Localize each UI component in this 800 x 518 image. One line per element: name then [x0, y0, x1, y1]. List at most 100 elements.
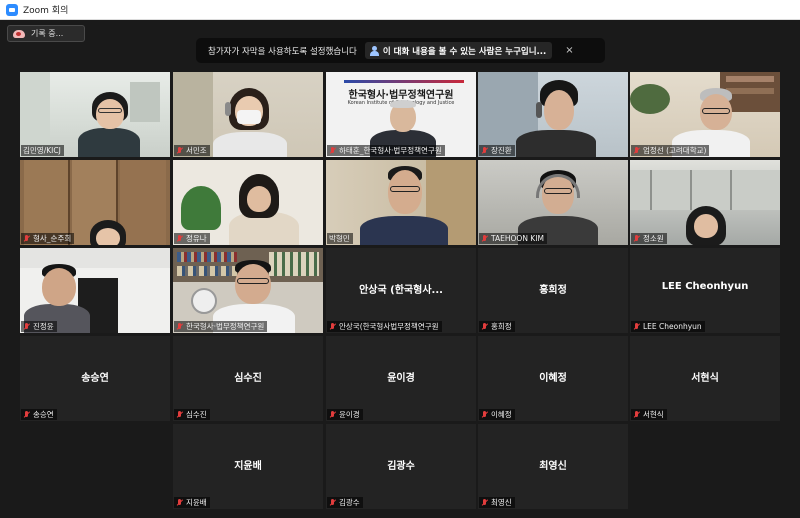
participant-nameplate: 정소원: [631, 233, 667, 244]
participant-name: 홍희정: [491, 322, 512, 331]
window-titlebar: Zoom 회의: [0, 0, 800, 20]
caption-notice-text: 참가자가 자막을 사용하도록 설정했습니다: [208, 46, 357, 57]
participant-nameplate: 한국형사·법무정책연구원: [174, 321, 268, 332]
participant-nameplate: 안상국(한국형사법무정책연구원: [327, 321, 442, 332]
mic-muted-icon: [481, 498, 488, 507]
close-icon[interactable]: ×: [565, 45, 573, 56]
participant-display-name: 지윤배: [234, 461, 262, 472]
mic-muted-icon: [23, 322, 30, 331]
mic-muted-icon: [633, 234, 640, 243]
participant-tile[interactable]: 서민조: [173, 72, 323, 157]
participant-name: 정소원: [643, 234, 664, 243]
participant-tile[interactable]: 형사_순주희: [20, 160, 170, 245]
participant-tile[interactable]: 심수진 심수진: [173, 336, 323, 421]
participant-nameplate: 하태훈_한국형사·법무정책연구원: [327, 145, 445, 156]
participant-tile[interactable]: 정유나: [173, 160, 323, 245]
mic-muted-icon: [176, 498, 183, 507]
participant-tile[interactable]: 한국형사·법무정책연구원 Korean Institute of Crimino…: [326, 72, 476, 157]
mic-muted-icon: [176, 410, 183, 419]
participant-display-name: 홍희정: [539, 285, 567, 296]
participant-display-name: 김광수: [387, 461, 415, 472]
participant-name: 심수진: [186, 410, 207, 419]
participant-tile[interactable]: 지윤배 지윤배: [173, 424, 323, 509]
window-title: Zoom 회의: [23, 6, 69, 16]
participant-tile[interactable]: 윤이경 윤이경: [326, 336, 476, 421]
participant-name: 박형민: [329, 234, 350, 243]
mic-muted-icon: [329, 322, 336, 331]
zoom-logo-icon: [6, 3, 18, 16]
participant-tile[interactable]: 박형민: [326, 160, 476, 245]
participant-name: 최영신: [491, 498, 512, 507]
participant-display-name: 안상국 (한국형사...: [359, 285, 443, 296]
mic-muted-icon: [329, 146, 336, 155]
who-can-see-label: 이 대화 내용을 볼 수 있는 사람은 누구입니...: [382, 46, 547, 57]
participant-name: 한국형사·법무정책연구원: [186, 322, 265, 331]
participant-name: 하태훈_한국형사·법무정책연구원: [339, 146, 442, 155]
participant-nameplate: 홍희정: [479, 321, 515, 332]
participant-tile[interactable]: 이혜정 이혜정: [478, 336, 628, 421]
mic-muted-icon: [481, 410, 488, 419]
caption-notice-banner: 참가자가 자막을 사용하도록 설정했습니다 이 대화 내용을 볼 수 있는 사람…: [196, 38, 605, 63]
participant-display-name: 서현식: [691, 373, 719, 384]
mic-muted-icon: [329, 410, 336, 419]
participant-nameplate: 정유나: [174, 233, 210, 244]
cloud-record-icon: [13, 29, 25, 38]
participant-name: TAEHOON KIM: [491, 234, 544, 243]
participant-nameplate: 심수진: [174, 409, 210, 420]
mic-muted-icon: [481, 322, 488, 331]
mic-muted-icon: [481, 234, 488, 243]
participant-tile[interactable]: 최영신 최영신: [478, 424, 628, 509]
participant-nameplate: 송승연: [21, 409, 57, 420]
recording-label: 기록 중...: [31, 29, 64, 38]
participant-tile[interactable]: 홍희정 홍희정: [478, 248, 628, 333]
mic-muted-icon: [633, 146, 640, 155]
participant-display-name: 송승연: [81, 373, 109, 384]
participant-name: 형사_순주희: [33, 234, 72, 243]
participant-name: 서민조: [186, 146, 207, 155]
participant-tile[interactable]: 엄정선 (고려대학교): [630, 72, 780, 157]
participant-tile[interactable]: 서현식 서현식: [630, 336, 780, 421]
participant-nameplate: 서현식: [631, 409, 667, 420]
mic-muted-icon: [633, 410, 640, 419]
participant-nameplate: 진정윤: [21, 321, 57, 332]
participant-nameplate: 김민영/KICJ: [21, 145, 64, 156]
participant-nameplate: 박형민: [327, 233, 353, 244]
participant-tile[interactable]: 한국형사·법무정책연구원: [173, 248, 323, 333]
participant-tile[interactable]: LEE Cheonhyun LEE Cheonhyun: [630, 248, 780, 333]
mic-muted-icon: [481, 146, 488, 155]
mic-muted-icon: [329, 498, 336, 507]
participant-display-name: LEE Cheonhyun: [661, 281, 749, 292]
participant-nameplate: LEE Cheonhyun: [631, 321, 705, 332]
participant-tile[interactable]: 안상국 (한국형사... 안상국(한국형사법무정책연구원: [326, 248, 476, 333]
mic-muted-icon: [176, 322, 183, 331]
who-can-see-button[interactable]: 이 대화 내용을 볼 수 있는 사람은 누구입니...: [364, 42, 553, 59]
participant-nameplate: 장진환: [479, 145, 515, 156]
participant-nameplate: TAEHOON KIM: [479, 233, 547, 244]
mic-muted-icon: [633, 322, 640, 331]
participant-tile[interactable]: 정소원: [630, 160, 780, 245]
participant-nameplate: 김광수: [327, 497, 363, 508]
participant-name: 윤이경: [339, 410, 360, 419]
participant-display-name: 최영신: [539, 461, 567, 472]
participant-tile[interactable]: TAEHOON KIM: [478, 160, 628, 245]
participant-name: 서현식: [643, 410, 664, 419]
participant-display-name: 이혜정: [539, 373, 567, 384]
participant-name: 지윤배: [186, 498, 207, 507]
participant-tile[interactable]: 진정윤: [20, 248, 170, 333]
participant-nameplate: 엄정선 (고려대학교): [631, 145, 710, 156]
recording-indicator-button[interactable]: 기록 중...: [7, 25, 85, 42]
participant-name: 이혜정: [491, 410, 512, 419]
participant-tile[interactable]: 송승연 송승연: [20, 336, 170, 421]
participant-nameplate: 최영신: [479, 497, 515, 508]
participant-tile[interactable]: 장진환: [478, 72, 628, 157]
participant-name: 김민영/KICJ: [23, 146, 61, 155]
participant-name: 진정윤: [33, 322, 54, 331]
participant-tile[interactable]: 김민영/KICJ: [20, 72, 170, 157]
backdrop-title: 한국형사·법무정책연구원: [348, 90, 454, 101]
participant-tile[interactable]: 김광수 김광수: [326, 424, 476, 509]
participant-nameplate: 지윤배: [174, 497, 210, 508]
participant-nameplate: 형사_순주희: [21, 233, 75, 244]
participant-display-name: 윤이경: [387, 373, 415, 384]
participant-name: 장진환: [491, 146, 512, 155]
participant-name: 송승연: [33, 410, 54, 419]
